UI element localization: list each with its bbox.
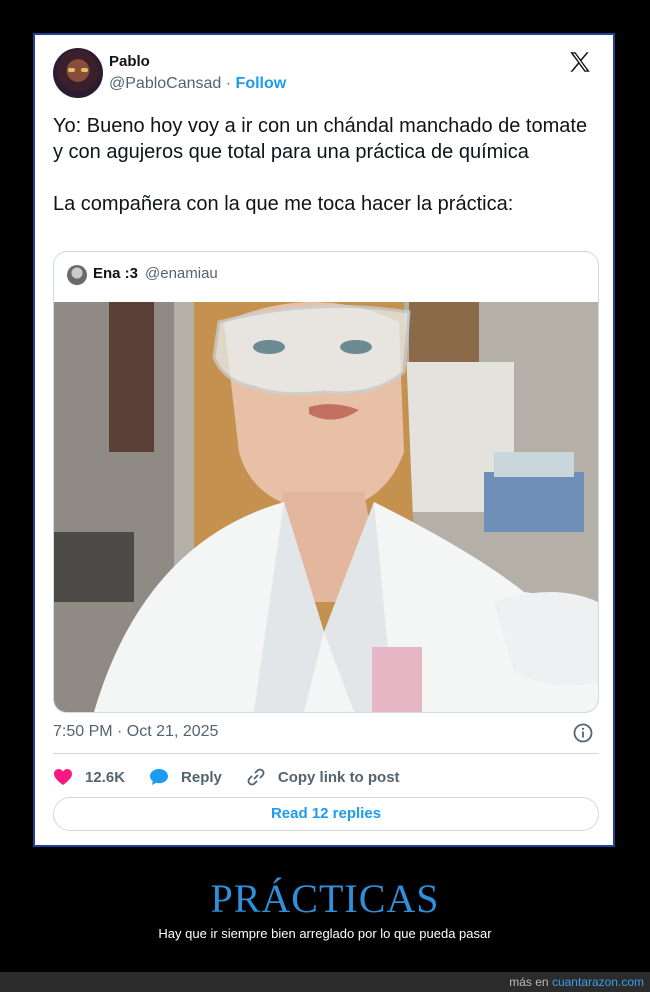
meme-title: PRÁCTICAS — [210, 876, 440, 921]
tweet-text-paragraph-1: Yo: Bueno hoy voy a ir con un chándal ma… — [53, 115, 588, 163]
footer-site-link[interactable]: cuantarazon.com — [552, 975, 644, 989]
footer-prefix: más en — [509, 975, 549, 989]
avatar-eye — [68, 68, 75, 72]
tweet-text: Yo: Bueno hoy voy a ir con un chándal ma… — [53, 113, 593, 243]
author-name[interactable]: Pablo — [109, 53, 150, 70]
meme-subtitle: Hay que ir siempre bien arreglado por lo… — [158, 926, 492, 941]
site-footer: más en cuantarazon.com — [0, 972, 650, 992]
tweet-timestamp[interactable]: 7:50 PM · Oct 21, 2025 — [53, 723, 218, 741]
embedded-tweet-card: Pablo @PabloCansad · Follow Yo: Bueno ho… — [33, 33, 615, 847]
like-count: 12.6K — [85, 768, 126, 786]
info-icon[interactable] — [573, 723, 593, 743]
copy-link-button[interactable]: Copy link to post — [246, 767, 400, 787]
tweet-text-paragraph-2: La compañera con la que me toca hacer la… — [53, 193, 514, 215]
divider — [53, 753, 599, 754]
read-replies-button[interactable]: Read 12 replies — [53, 797, 599, 831]
reply-bubble-icon — [150, 769, 169, 785]
reply-label: Reply — [181, 768, 222, 786]
avatar-eye — [81, 68, 88, 72]
quoted-author-avatar — [67, 265, 87, 285]
separator-dot: · — [225, 75, 232, 92]
copy-link-label: Copy link to post — [277, 768, 400, 786]
heart-icon — [54, 769, 72, 785]
author-handle[interactable]: @PabloCansad — [109, 75, 221, 92]
link-icon — [247, 768, 265, 786]
quoted-author-name: Ena :3 — [93, 265, 139, 282]
x-logo-icon[interactable] — [567, 49, 593, 75]
action-bar: 12.6K Reply Copy link to post — [53, 765, 424, 789]
quoted-tweet[interactable]: Ena :3 @enamiau — [53, 251, 599, 713]
reply-button[interactable]: Reply — [149, 768, 222, 786]
like-button[interactable]: 12.6K — [53, 768, 125, 786]
author-handle-row: @PabloCansad · Follow — [109, 75, 286, 93]
follow-button[interactable]: Follow — [236, 75, 287, 92]
quoted-author-handle: @enamiau — [145, 265, 218, 282]
author-avatar[interactable] — [53, 48, 103, 98]
selfie-photo-illustration — [54, 302, 598, 712]
quoted-photo[interactable] — [54, 302, 598, 712]
